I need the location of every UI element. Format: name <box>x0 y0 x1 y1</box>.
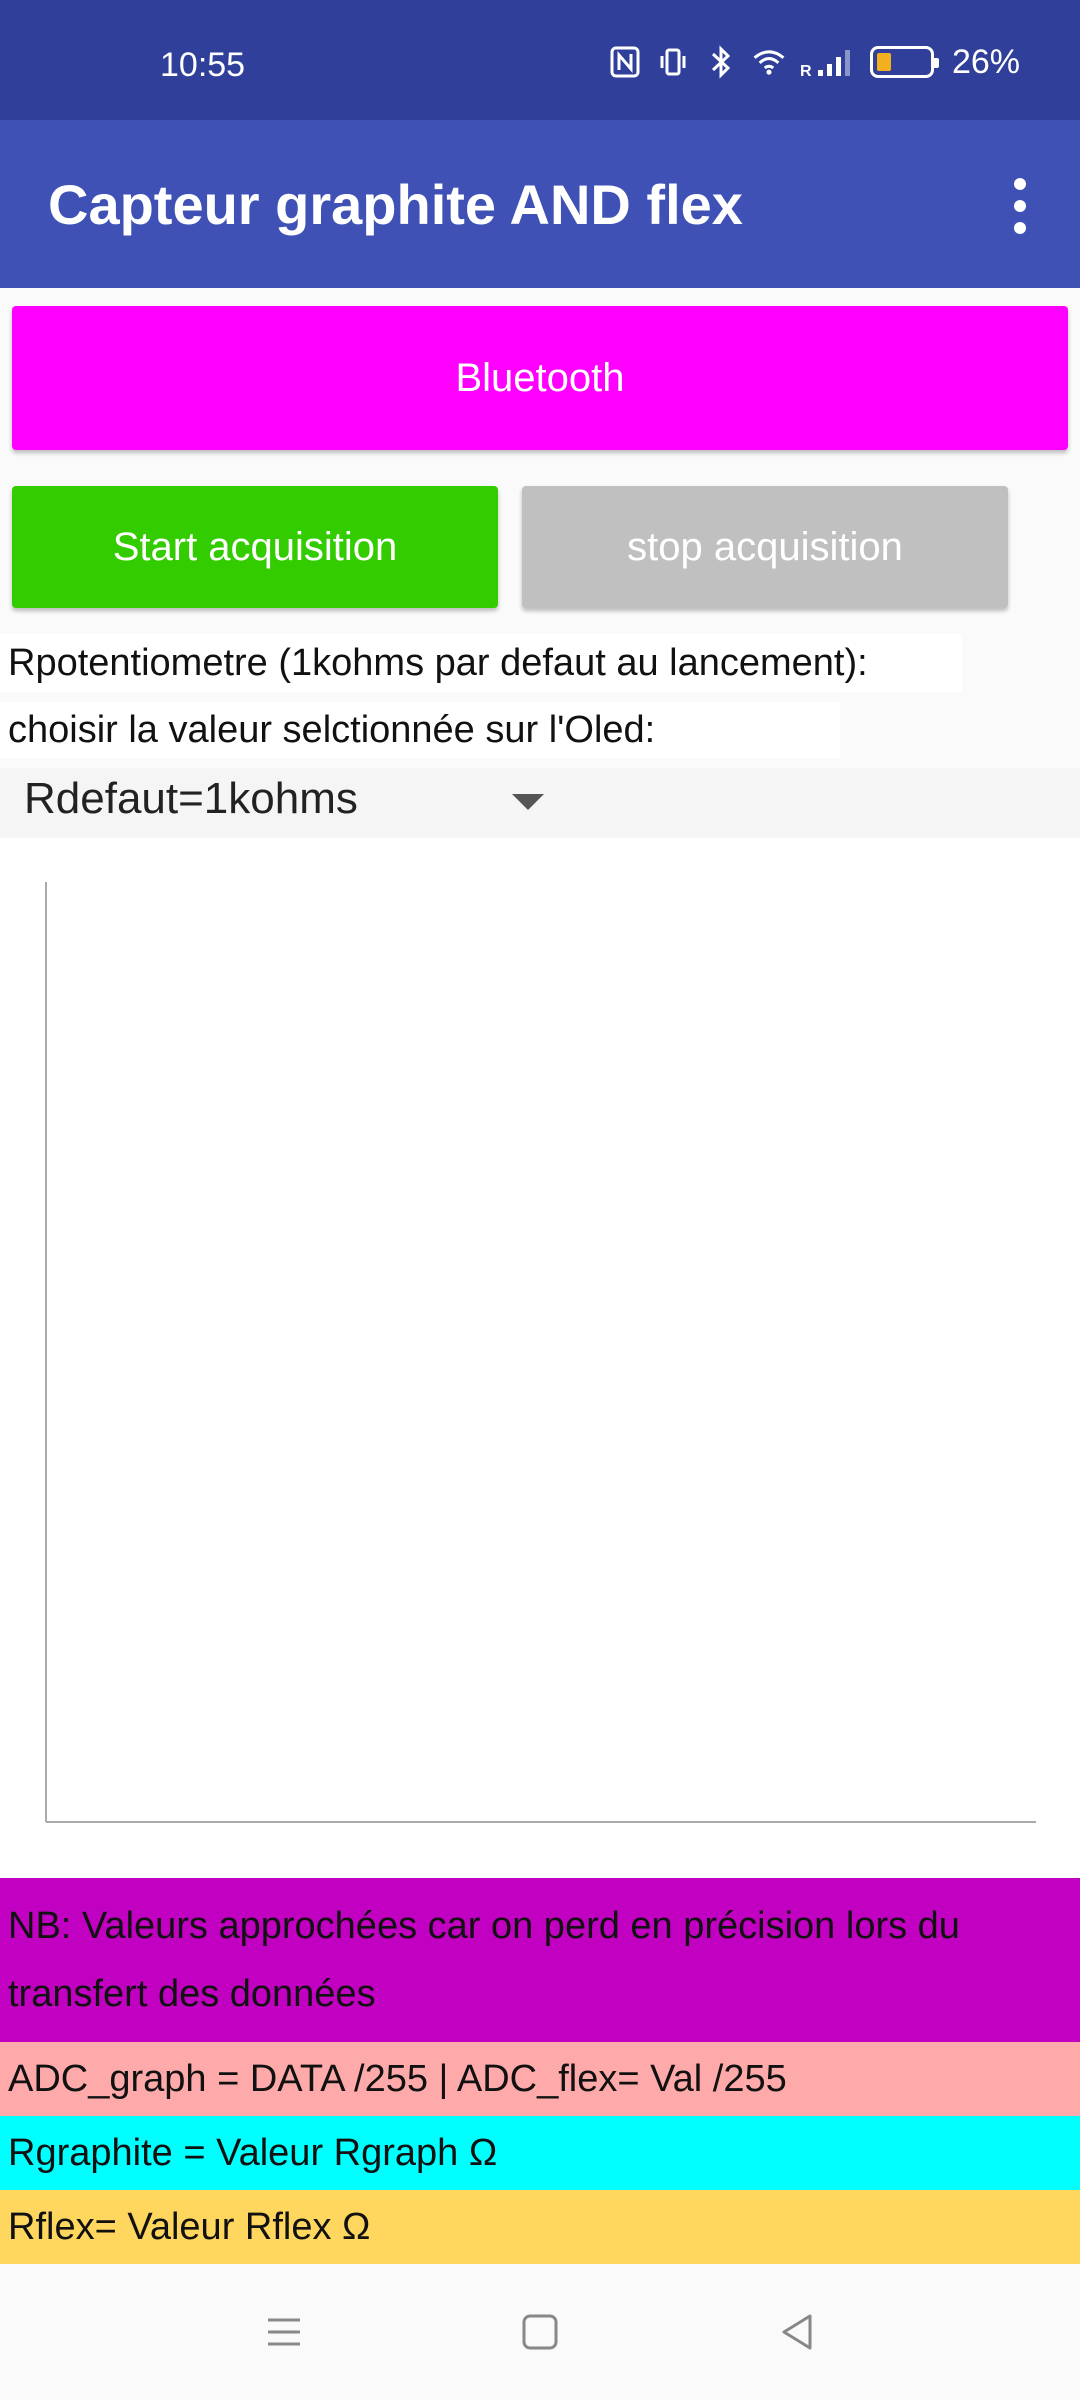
choose-value-label: choisir la valeur selctionnée sur l'Oled… <box>0 702 840 758</box>
rgraphite-value: Rgraphite = Valeur Rgraph Ω <box>0 2116 1080 2190</box>
status-time: 10:55 <box>160 46 246 84</box>
bluetooth-button[interactable]: Bluetooth <box>12 306 1068 450</box>
navigation-bar <box>0 2264 1080 2400</box>
adc-values: ADC_graph = DATA /255 | ADC_flex= Val /2… <box>0 2042 1080 2116</box>
menu-icon[interactable] <box>262 2310 306 2354</box>
nfc-icon <box>608 44 642 80</box>
spinner-selected-value: Rdefaut=1kohms <box>24 774 358 823</box>
wifi-icon <box>752 44 786 80</box>
dropdown-arrow-icon[interactable] <box>512 794 544 810</box>
home-icon[interactable] <box>518 2310 562 2354</box>
back-icon[interactable] <box>776 2310 820 2354</box>
vibrate-icon <box>656 44 690 80</box>
resistance-spinner[interactable]: Rdefaut=1kohms <box>0 768 1080 838</box>
battery-percent: 26% <box>951 42 1020 81</box>
app-bar: Capteur graphite AND flex <box>0 120 1080 288</box>
bluetooth-icon <box>704 44 738 80</box>
nb-note: NB: Valeurs approchées car on perd en pr… <box>0 1878 1080 2042</box>
svg-text:R: R <box>800 63 812 78</box>
stop-acquisition-button[interactable]: stop acquisition <box>522 486 1008 608</box>
status-bar: 10:55 R 26% <box>0 0 1080 120</box>
rflex-value: Rflex= Valeur Rflex Ω <box>0 2190 1080 2264</box>
chart-svg <box>45 882 1036 1823</box>
chart-area <box>0 838 1080 1878</box>
signal-icon: R <box>800 44 856 80</box>
more-vert-icon[interactable] <box>1010 178 1030 234</box>
app-title: Capteur graphite AND flex <box>48 173 743 236</box>
battery-icon <box>869 46 939 78</box>
start-acquisition-button[interactable]: Start acquisition <box>12 486 498 608</box>
status-icons: R 26% <box>608 40 1020 84</box>
rpot-label: Rpotentiometre (1kohms par defaut au lan… <box>0 634 962 692</box>
